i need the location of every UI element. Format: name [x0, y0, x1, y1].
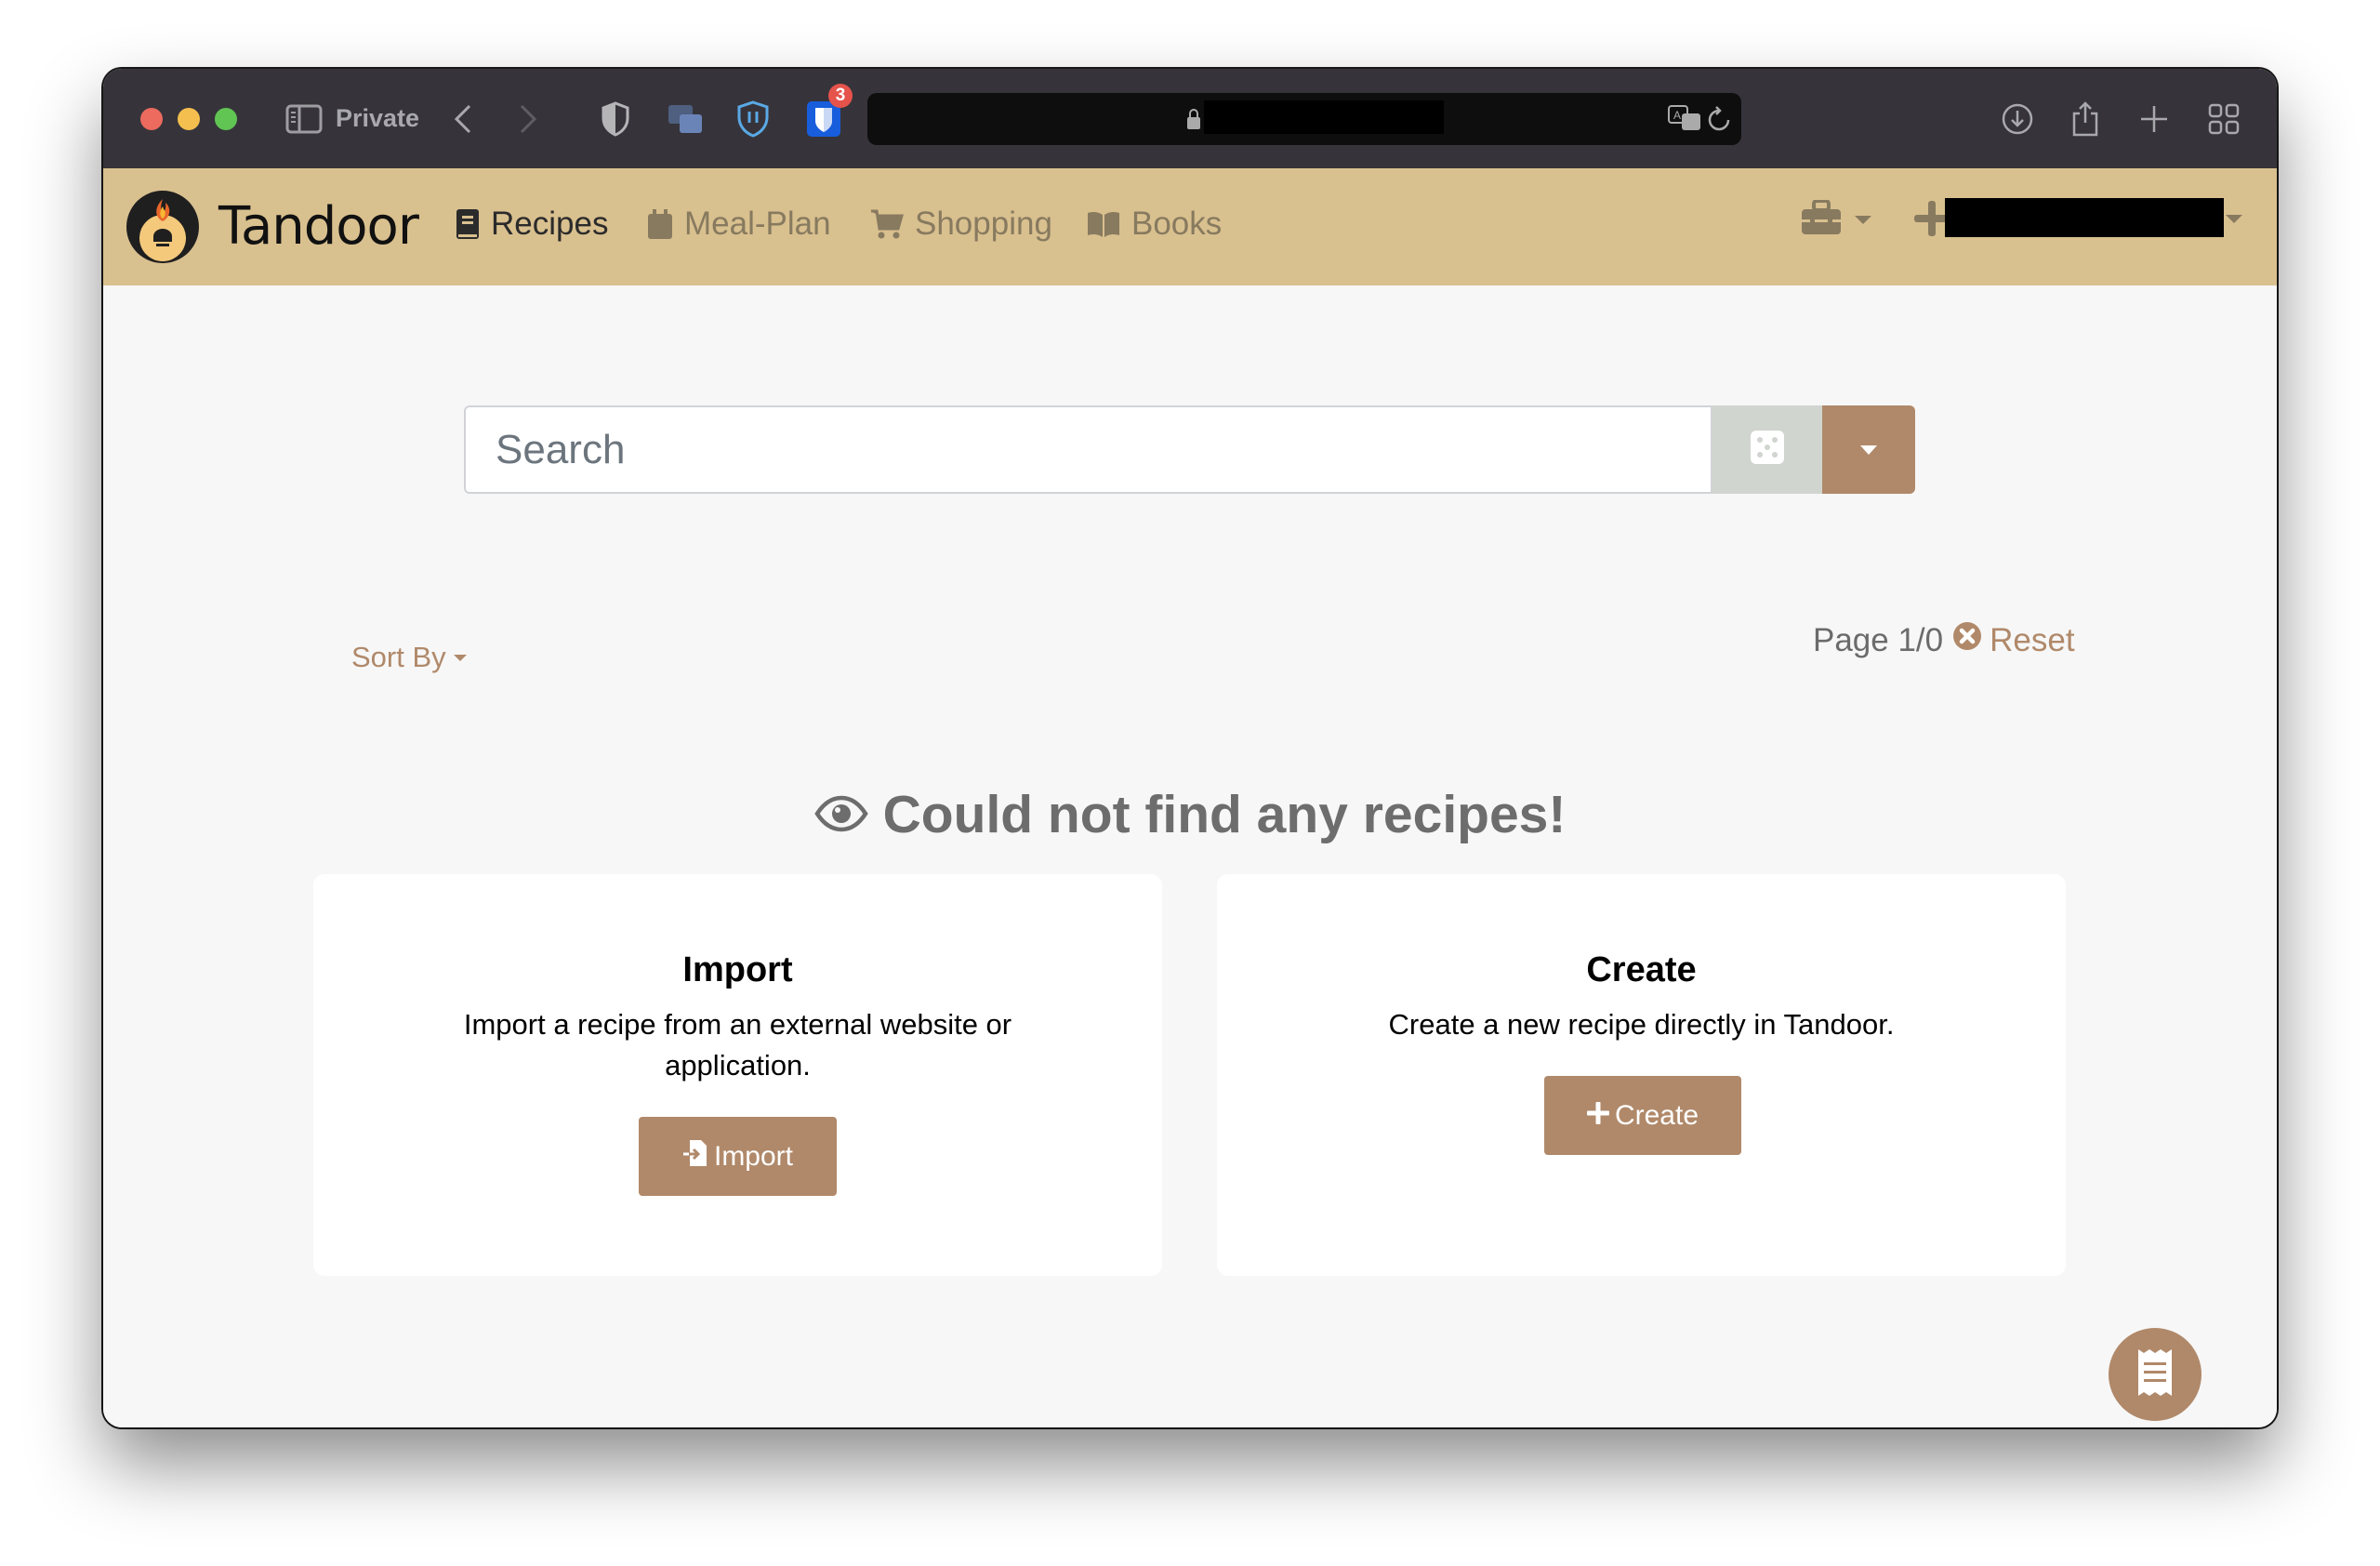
pagination-info: Page 1/0 Reset: [1813, 621, 2075, 659]
toolbox-menu[interactable]: [1801, 199, 1871, 240]
nav-shopping[interactable]: Shopping: [870, 206, 1052, 243]
calendar-icon: [647, 208, 673, 240]
search-input[interactable]: [464, 405, 1712, 494]
import-card: Import Import a recipe from an external …: [313, 874, 1162, 1276]
caret-down-icon: [1860, 445, 1877, 455]
nav-shopping-label: Shopping: [915, 206, 1052, 242]
random-recipe-button[interactable]: [1712, 405, 1822, 494]
picture-in-picture-extension-icon[interactable]: [667, 99, 704, 139]
advanced-search-dropdown-button[interactable]: [1822, 405, 1915, 494]
open-book-icon: [1087, 210, 1120, 238]
password-manager-extension-icon[interactable]: [736, 99, 770, 139]
minimize-window-button[interactable]: [178, 108, 200, 130]
back-icon[interactable]: [453, 99, 473, 139]
new-tab-icon[interactable]: [2139, 99, 2169, 139]
nav-recipes[interactable]: Recipes: [456, 206, 608, 243]
create-card: Create Create a new recipe directly in T…: [1217, 874, 2066, 1276]
create-button[interactable]: Create: [1544, 1076, 1741, 1155]
lock-icon: [1186, 108, 1201, 135]
private-mode-label: Private: [336, 104, 420, 132]
dice-icon: [1750, 430, 1785, 470]
extension-badge-count: 3: [828, 84, 853, 108]
user-caret-down-icon: [2226, 215, 2242, 223]
svg-text:A: A: [1673, 109, 1681, 122]
nav-recipes-label: Recipes: [491, 206, 609, 242]
recipe-search-page: Sort By Page 1/0 Reset Could not find an…: [103, 285, 2277, 1427]
tandoor-logo[interactable]: [126, 190, 200, 264]
create-card-title: Create: [1586, 950, 1697, 989]
import-card-description: Import a recipe from an external website…: [463, 1008, 1012, 1082]
share-icon[interactable]: [2071, 99, 2099, 139]
empty-state-heading: Could not find any recipes!: [103, 784, 2277, 845]
tab-overview-icon[interactable]: [2208, 99, 2240, 139]
shopping-list-fab[interactable]: [2109, 1328, 2202, 1421]
reset-label: Reset: [1990, 621, 2075, 658]
address-bar[interactable]: A: [867, 93, 1741, 145]
brand-name[interactable]: Tandoor: [218, 196, 419, 257]
nav-meal-plan[interactable]: Meal-Plan: [647, 206, 831, 243]
book-icon: [456, 208, 480, 240]
import-button-label: Import: [713, 1140, 794, 1172]
import-button[interactable]: Import: [639, 1117, 837, 1196]
caret-down-icon: [453, 654, 467, 661]
receipt-icon: [2138, 1348, 2172, 1400]
sidebar-toggle-icon[interactable]: [285, 99, 323, 139]
toolbox-icon: [1801, 199, 1842, 240]
close-window-button[interactable]: [140, 108, 163, 130]
reload-icon[interactable]: [1708, 106, 1730, 139]
nav-books[interactable]: Books: [1087, 206, 1222, 243]
url-redacted: [1204, 100, 1444, 134]
search-group: [464, 405, 1915, 494]
nav-books-label: Books: [1131, 206, 1223, 242]
import-card-title: Import: [682, 950, 793, 989]
plus-icon: [1586, 1100, 1609, 1132]
eye-icon: [813, 784, 868, 845]
times-circle-icon: [1952, 621, 1982, 659]
nav-meal-plan-label: Meal-Plan: [684, 206, 831, 242]
downloads-icon[interactable]: [2001, 99, 2034, 139]
caret-down-icon: [1855, 216, 1871, 224]
browser-toolbar: Private 3 A: [103, 69, 2277, 170]
privacy-shield-icon[interactable]: [602, 99, 629, 139]
create-card-description: Create a new recipe directly in Tandoor.: [1388, 1008, 1895, 1041]
create-button-label: Create: [1614, 1099, 1699, 1131]
cart-icon: [870, 208, 904, 240]
sort-by-label: Sort By: [351, 641, 446, 673]
reset-button[interactable]: Reset: [1952, 621, 2075, 659]
page-indicator: Page 1/0: [1813, 621, 1944, 658]
translate-icon[interactable]: A: [1667, 104, 1704, 139]
sort-by-dropdown[interactable]: Sort By: [351, 641, 467, 674]
app-navbar: Tandoor Recipes Meal-Plan Shopping Books: [103, 168, 2277, 285]
empty-state-heading-text: Could not find any recipes!: [882, 785, 1567, 844]
username-redacted: [1945, 198, 2224, 237]
forward-icon[interactable]: [518, 99, 538, 139]
browser-window: Private 3 A Tandoor Recipes Meal-Plan Sh…: [103, 69, 2277, 1427]
file-import-icon: [682, 1139, 708, 1174]
zoom-window-button[interactable]: [215, 108, 237, 130]
